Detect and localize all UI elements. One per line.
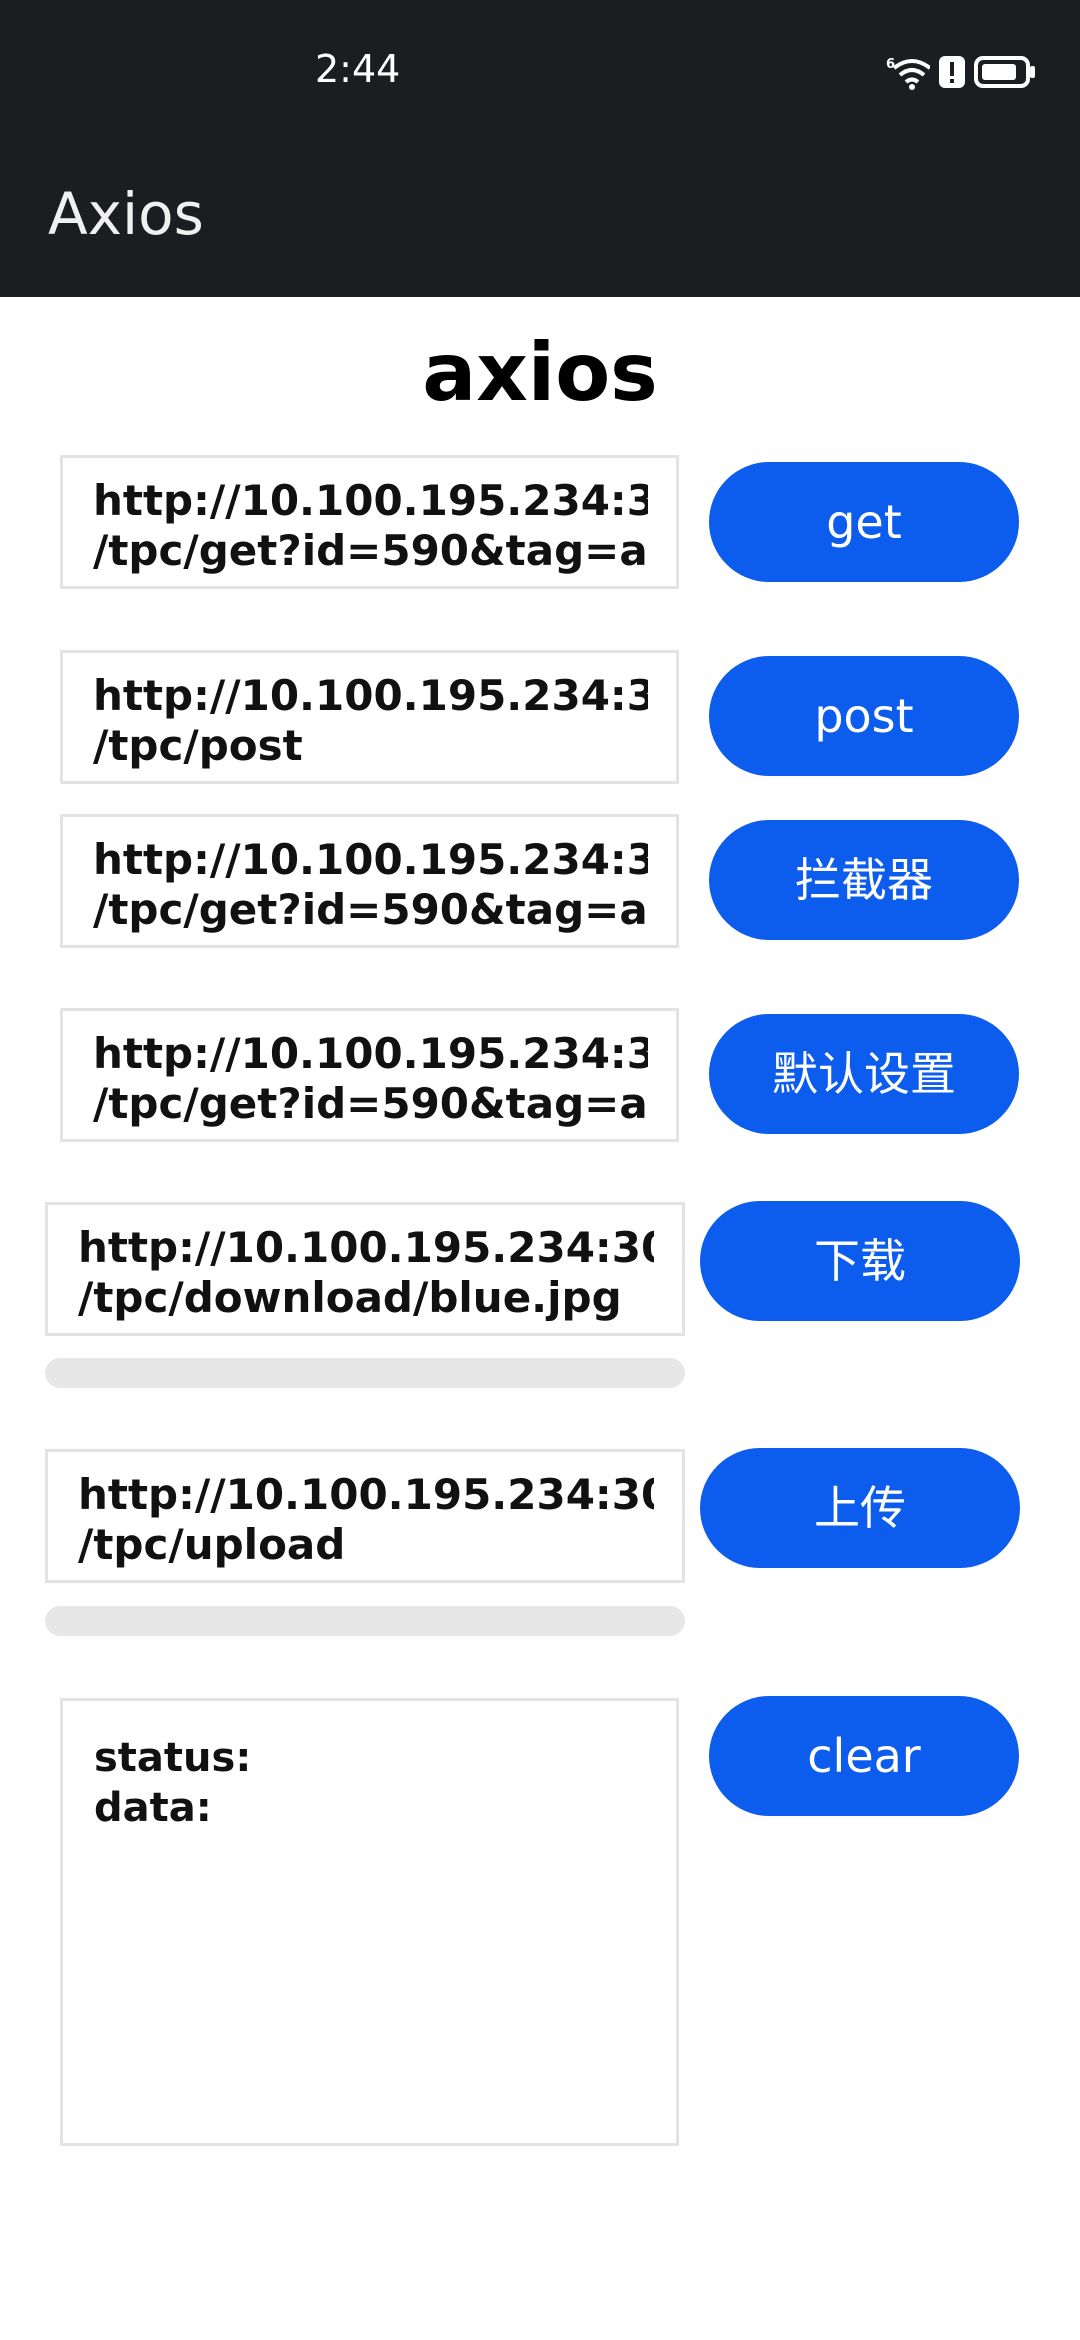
post-url-field[interactable]: http://10.100.195.234:3000 /tpc/post	[60, 650, 679, 784]
status-label: status:	[94, 1735, 252, 1781]
status-time: 2:44	[315, 47, 401, 91]
defaults-url-line2: /tpc/get?id=590&tag=abc	[93, 1079, 648, 1128]
download-url-line2: /tpc/download/blue.jpg	[78, 1273, 622, 1322]
interceptor-url-line1: http://10.100.195.234:3000	[93, 835, 648, 884]
download-button[interactable]: 下载	[700, 1201, 1020, 1321]
clear-button[interactable]: clear	[709, 1696, 1019, 1816]
upload-url-field[interactable]: http://10.100.195.234:3000 /tpc/upload	[45, 1449, 685, 1583]
download-url-line1: http://10.100.195.234:3000	[78, 1223, 654, 1272]
interceptor-button[interactable]: 拦截器	[709, 820, 1019, 940]
download-progress-bar	[45, 1358, 685, 1388]
result-output: status: data:	[60, 1698, 679, 2146]
upload-url-line1: http://10.100.195.234:3000	[78, 1470, 654, 1519]
alert-icon	[938, 54, 966, 90]
get-button[interactable]: get	[709, 462, 1019, 582]
app-title: Axios	[48, 180, 204, 248]
data-label: data:	[94, 1785, 212, 1831]
upload-progress-bar	[45, 1606, 685, 1636]
download-url-field[interactable]: http://10.100.195.234:3000 /tpc/download…	[45, 1202, 685, 1336]
post-url-line2: /tpc/post	[93, 721, 303, 770]
interceptor-url-line2: /tpc/get?id=590&tag=abc	[93, 885, 648, 934]
wifi-6-icon: 6	[886, 54, 930, 90]
upload-button[interactable]: 上传	[700, 1448, 1020, 1568]
get-url-line2: /tpc/get?id=590&tag=abc	[93, 526, 648, 575]
defaults-url-field[interactable]: http://10.100.195.234:3000 /tpc/get?id=5…	[60, 1008, 679, 1142]
svg-text:6: 6	[886, 57, 895, 72]
default-settings-button[interactable]: 默认设置	[709, 1014, 1019, 1134]
interceptor-url-field[interactable]: http://10.100.195.234:3000 /tpc/get?id=5…	[60, 814, 679, 948]
upload-url-line2: /tpc/upload	[78, 1520, 346, 1569]
get-url-field[interactable]: http://10.100.195.234:3000 /tpc/get?id=5…	[60, 455, 679, 589]
get-url-line1: http://10.100.195.234:3000	[93, 476, 648, 525]
battery-icon	[974, 54, 1036, 90]
app-bar: Axios	[0, 140, 1080, 297]
defaults-url-line1: http://10.100.195.234:3000	[93, 1029, 648, 1078]
post-button[interactable]: post	[709, 656, 1019, 776]
status-icons: 6	[886, 54, 1036, 90]
page-title: axios	[422, 326, 658, 419]
post-url-line1: http://10.100.195.234:3000	[93, 671, 648, 720]
status-bar: 2:44 6	[0, 0, 1080, 140]
